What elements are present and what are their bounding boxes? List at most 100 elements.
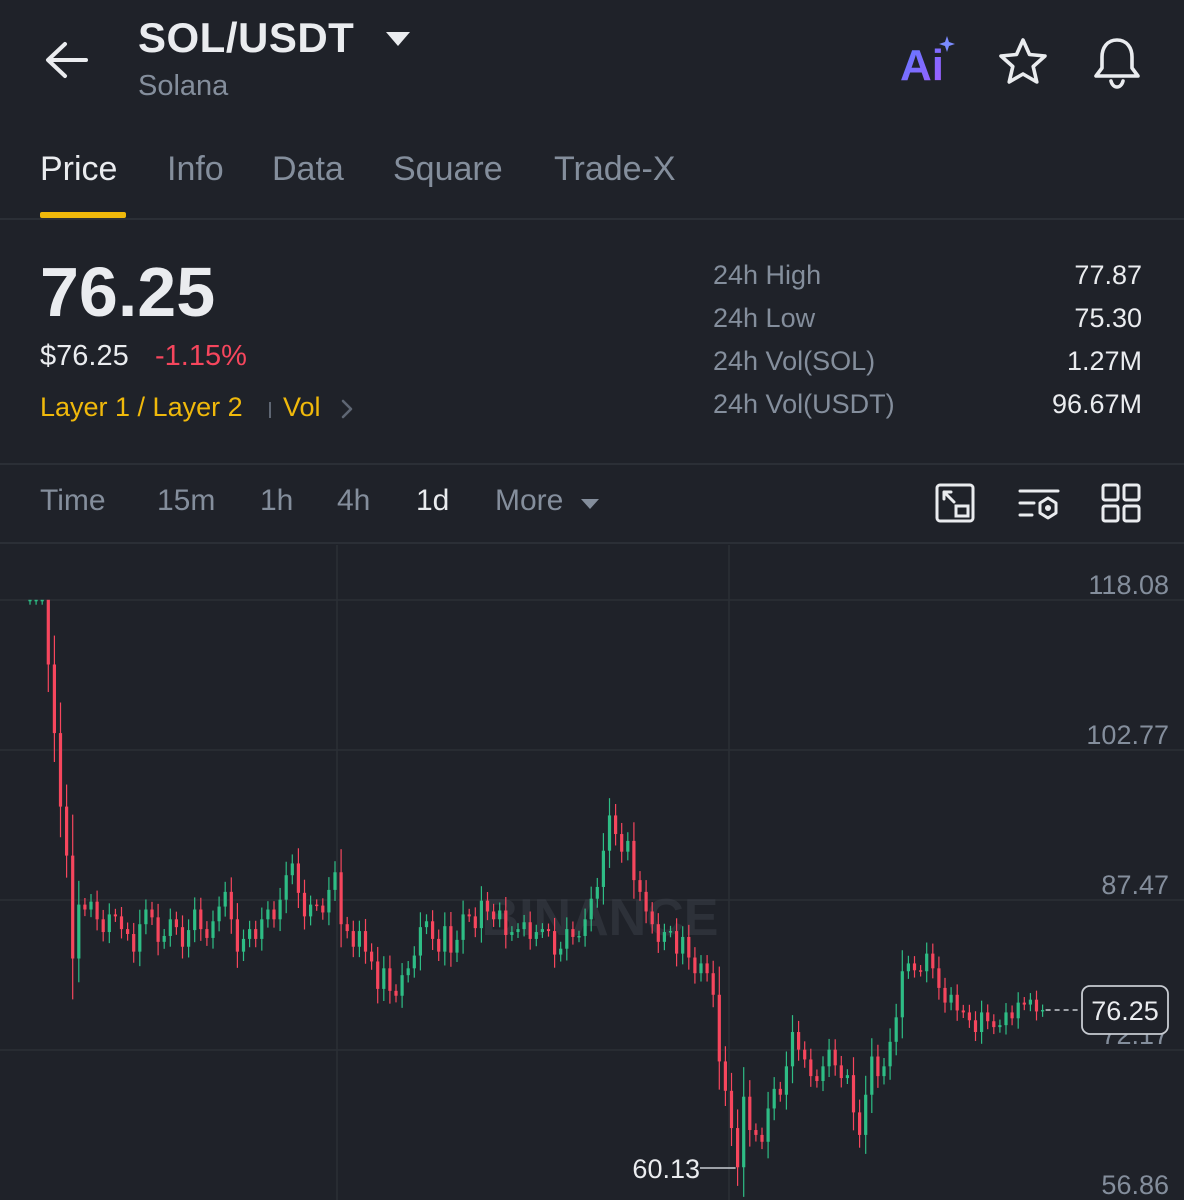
candle-body	[138, 924, 142, 952]
candle-body	[443, 926, 447, 952]
price-divider	[0, 463, 1184, 465]
candle-body	[662, 932, 666, 942]
candle-body	[424, 921, 429, 928]
interval-4h[interactable]: 4h	[337, 484, 370, 518]
interval-time[interactable]: Time	[40, 484, 106, 518]
candle-body	[187, 930, 191, 947]
tab-info[interactable]: Info	[167, 150, 224, 189]
candlestick-chart[interactable]: BINANCE 118.08102.7787.4772.1756.86 76.2…	[0, 545, 1184, 1200]
candle-body	[553, 931, 557, 955]
candle-body	[675, 931, 679, 954]
candle-body	[400, 975, 404, 996]
candle-body	[522, 922, 526, 930]
tab-data[interactable]: Data	[272, 150, 344, 189]
interval-1h[interactable]: 1h	[260, 484, 293, 518]
candle-body	[144, 909, 148, 925]
chart-fullscreen-icon	[935, 483, 975, 523]
y-tick-label: 102.77	[1086, 720, 1169, 750]
candle-body	[571, 929, 575, 937]
caret-down-icon[interactable]	[384, 28, 412, 52]
candle-body	[455, 939, 459, 953]
interval-15m[interactable]: 15m	[157, 484, 215, 518]
candle-body	[729, 1090, 734, 1129]
candle-body	[388, 968, 392, 991]
candle-body	[583, 919, 587, 936]
interval-more[interactable]: More	[495, 484, 563, 518]
candle-body	[705, 963, 709, 974]
indicator-settings-button[interactable]	[1018, 484, 1060, 524]
arrow-left-icon	[46, 42, 88, 78]
candle-body	[101, 919, 105, 933]
candle-body	[973, 1020, 978, 1033]
candle-body	[290, 863, 294, 876]
candle-body	[760, 1134, 764, 1142]
candle-body	[998, 1025, 1002, 1028]
bell-icon	[1094, 38, 1140, 89]
grid-layout-button[interactable]	[1100, 482, 1142, 524]
candle-body	[912, 963, 917, 971]
tag-separator	[269, 402, 271, 418]
ai-icon: Ai	[900, 36, 955, 90]
candle-body	[248, 929, 252, 939]
candle-body	[601, 850, 605, 887]
interval-1d[interactable]: 1d	[416, 484, 449, 518]
candle-body	[845, 1075, 849, 1079]
candle-body	[370, 951, 374, 962]
tab-square[interactable]: Square	[393, 150, 503, 189]
candle-body	[345, 924, 349, 932]
candle-body	[302, 892, 307, 917]
candle-body	[614, 815, 618, 835]
y-tick-label: 118.08	[1088, 570, 1169, 600]
candle-body	[217, 906, 221, 922]
chart-fullscreen-button[interactable]	[934, 482, 976, 524]
tab-price[interactable]: Price	[40, 150, 117, 189]
tab-trade-x[interactable]: Trade-X	[554, 150, 676, 189]
candle-body	[1041, 1009, 1045, 1012]
candle-body	[229, 891, 233, 920]
candle-body	[492, 911, 496, 920]
candle-body	[199, 909, 203, 930]
candle-body	[309, 904, 313, 917]
candle-body	[162, 935, 166, 942]
price-alert-button[interactable]	[1090, 34, 1144, 90]
star-icon	[999, 38, 1047, 84]
candle-body	[711, 973, 715, 995]
favorite-button[interactable]	[996, 36, 1050, 88]
candle-body	[839, 1065, 843, 1079]
candle-body	[980, 1012, 984, 1033]
candle-body	[339, 872, 343, 925]
pair-title[interactable]: SOL/USDT	[138, 14, 354, 62]
candle-body	[955, 994, 959, 1011]
candle-body	[95, 901, 99, 920]
y-tick-label: 56.86	[1101, 1170, 1169, 1200]
current-price-label: 76.25	[1091, 996, 1159, 1026]
vol-tag[interactable]: Vol	[283, 392, 321, 423]
candle-body	[431, 921, 435, 939]
chevron-right-icon[interactable]	[338, 398, 356, 420]
chart-overlays: 76.25 60.13	[632, 985, 1169, 1184]
candle-body	[803, 1049, 807, 1060]
ai-button[interactable]: Ai	[900, 34, 960, 90]
candle-body	[193, 909, 197, 931]
candle-body	[351, 931, 355, 947]
candle-body	[260, 919, 264, 939]
pair-subtitle: Solana	[138, 70, 229, 102]
candle-body	[205, 929, 209, 938]
caret-down-icon[interactable]	[579, 496, 601, 512]
candle-body	[821, 1066, 825, 1082]
candle-body	[681, 936, 685, 954]
candle-body	[790, 1032, 795, 1067]
candle-body	[28, 599, 32, 602]
tabs-divider	[0, 218, 1184, 220]
sector-tag[interactable]: Layer 1 / Layer 2	[40, 392, 243, 423]
stat-value-24h-vol-usdt: 96.67M	[1051, 389, 1142, 419]
candle-body	[870, 1056, 874, 1095]
back-button[interactable]	[40, 36, 94, 84]
candle-body	[1004, 1012, 1008, 1026]
candle-body	[113, 914, 117, 917]
candle-body	[174, 919, 178, 928]
candle-body	[77, 904, 81, 959]
y-axis-labels: 118.08102.7787.4772.1756.86	[1086, 570, 1169, 1200]
candle-body	[815, 1076, 819, 1082]
candle-body	[132, 934, 136, 952]
